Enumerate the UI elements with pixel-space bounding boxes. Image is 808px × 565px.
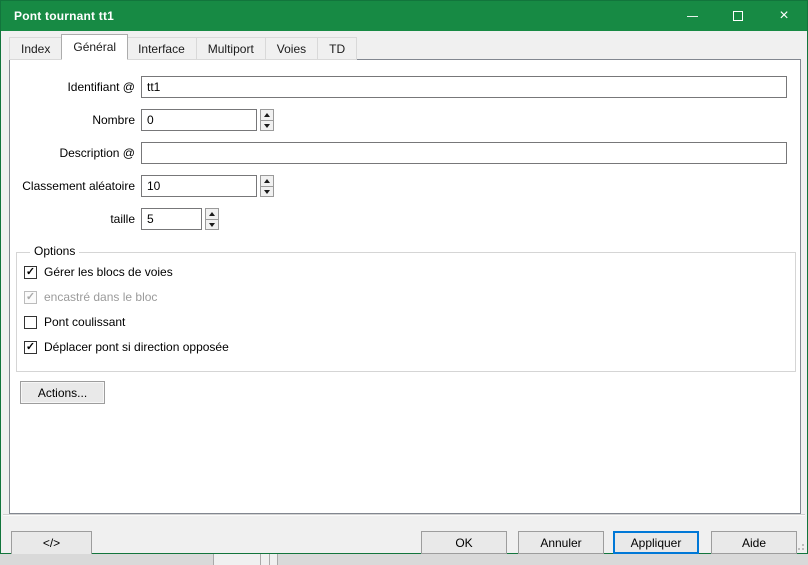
maximize-button[interactable]: [715, 1, 761, 31]
checkbox-icon: [24, 291, 37, 304]
checkbox-label: Gérer les blocs de voies: [44, 266, 173, 279]
arrow-down-icon: [209, 223, 215, 227]
code-view-button[interactable]: </>: [11, 531, 92, 555]
spin-up-button[interactable]: [260, 109, 274, 120]
tab-general[interactable]: Général: [61, 34, 128, 60]
checkbox-encastre-bloc: encastré dans le bloc: [24, 290, 157, 304]
options-group-legend: Options: [30, 244, 79, 258]
titlebar[interactable]: Pont tournant tt1 ×: [1, 1, 807, 31]
tab-bar: IndexGénéralInterfaceMultiportVoiesTD: [9, 34, 357, 60]
arrow-up-icon: [264, 113, 270, 117]
spin-up-button[interactable]: [260, 175, 274, 186]
classement-stepper: [260, 175, 274, 197]
close-button[interactable]: ×: [761, 1, 807, 31]
identifiant-input[interactable]: [141, 76, 787, 98]
taille-input[interactable]: [141, 208, 202, 230]
cancel-button[interactable]: Annuler: [518, 531, 604, 554]
maximize-icon: [733, 11, 743, 21]
nombre-input[interactable]: [141, 109, 257, 131]
tab-voies[interactable]: Voies: [266, 37, 318, 60]
ok-button[interactable]: OK: [421, 531, 507, 554]
nombre-label: Nombre: [10, 109, 135, 131]
checkbox-pont-coulissant[interactable]: Pont coulissant: [24, 315, 125, 329]
help-button[interactable]: Aide: [711, 531, 797, 554]
tab-multiport[interactable]: Multiport: [197, 37, 266, 60]
tab-interface[interactable]: Interface: [127, 37, 197, 60]
description-input[interactable]: [141, 142, 787, 164]
resize-grip-icon[interactable]: [794, 540, 804, 550]
arrow-down-icon: [264, 124, 270, 128]
window-title: Pont tournant tt1: [1, 9, 114, 23]
apply-button[interactable]: Appliquer: [613, 531, 699, 554]
checkbox-icon: [24, 341, 37, 354]
minimize-icon: [687, 16, 698, 17]
checkbox-label: Déplacer pont si direction opposée: [44, 341, 229, 354]
checkbox-icon: [24, 316, 37, 329]
spin-down-button[interactable]: [205, 219, 219, 230]
arrow-up-icon: [264, 179, 270, 183]
background-window-fragment: [0, 554, 808, 565]
nombre-stepper: [260, 109, 274, 131]
actions-button[interactable]: Actions...: [20, 381, 105, 404]
tab-td[interactable]: TD: [318, 37, 357, 60]
tab-content-general: Identifiant @ Nombre Description @ Class…: [9, 59, 801, 514]
checkbox-deplacer-pont[interactable]: Déplacer pont si direction opposée: [24, 340, 229, 354]
arrow-up-icon: [209, 212, 215, 216]
footer-separator: [3, 514, 805, 516]
spin-down-button[interactable]: [260, 120, 274, 131]
screen: Pont tournant tt1 × IndexGénéralInterfac…: [0, 0, 808, 565]
classement-label: Classement aléatoire: [10, 175, 135, 197]
background-scrollbar-fragment: [213, 554, 278, 565]
minimize-button[interactable]: [669, 1, 715, 31]
checkbox-label: encastré dans le bloc: [44, 291, 157, 304]
checkbox-gerer-blocs[interactable]: Gérer les blocs de voies: [24, 265, 173, 279]
dialog-window: Pont tournant tt1 × IndexGénéralInterfac…: [0, 0, 808, 554]
description-label: Description @: [10, 142, 135, 164]
taille-stepper: [205, 208, 219, 230]
spin-up-button[interactable]: [205, 208, 219, 219]
close-icon: ×: [779, 8, 788, 24]
window-controls: ×: [669, 1, 807, 31]
identifiant-label: Identifiant @: [10, 76, 135, 98]
arrow-down-icon: [264, 190, 270, 194]
checkbox-label: Pont coulissant: [44, 316, 125, 329]
tab-index[interactable]: Index: [9, 37, 62, 60]
taille-label: taille: [10, 208, 135, 230]
checkbox-icon: [24, 266, 37, 279]
spin-down-button[interactable]: [260, 186, 274, 197]
classement-input[interactable]: [141, 175, 257, 197]
